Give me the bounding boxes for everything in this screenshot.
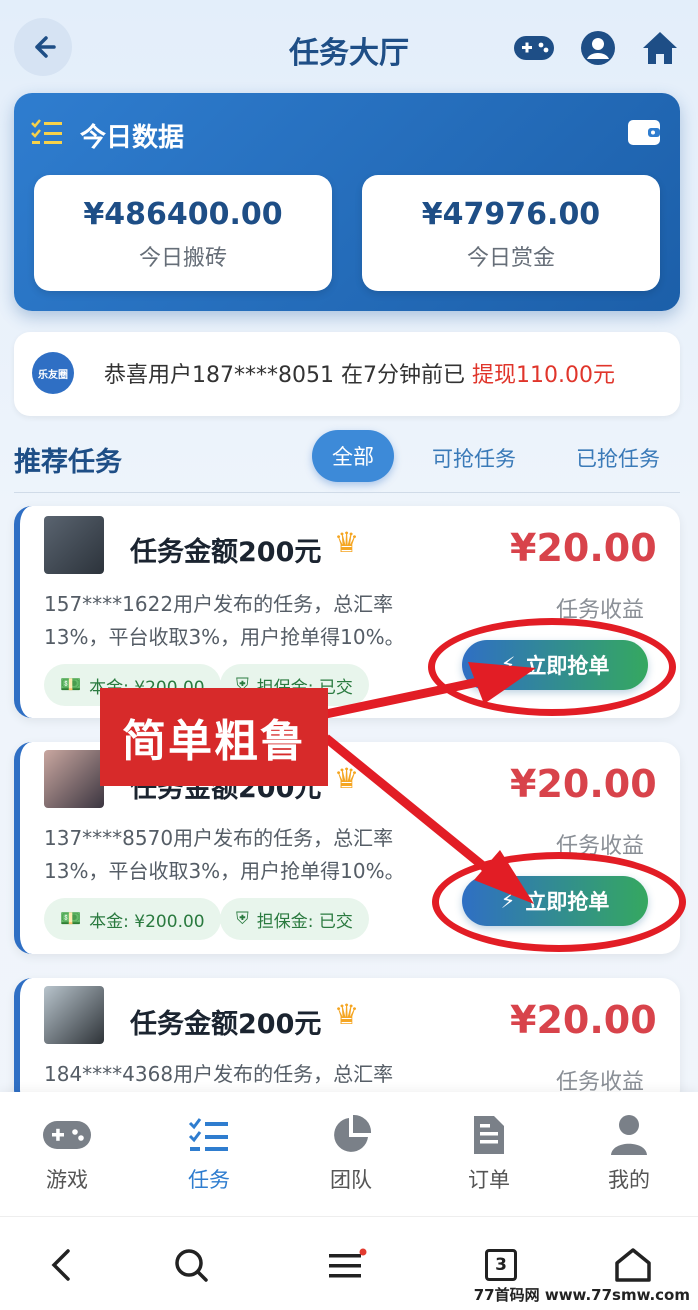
nav-label: 团队 bbox=[330, 1168, 372, 1192]
nav-label: 我的 bbox=[608, 1168, 650, 1192]
task-list-icon bbox=[154, 1112, 264, 1158]
task-desc: 184****4368用户发布的任务，总汇率 bbox=[44, 1062, 394, 1086]
task-title: 任务金额200元 bbox=[130, 1009, 322, 1040]
browser-search-icon[interactable] bbox=[166, 1240, 216, 1290]
browser-menu-icon[interactable] bbox=[322, 1240, 372, 1290]
document-icon bbox=[434, 1112, 544, 1158]
nav-label: 任务 bbox=[188, 1168, 230, 1192]
annotation-arrows bbox=[323, 662, 536, 904]
crown-icon: ♛ bbox=[334, 998, 360, 1031]
nav-item-team[interactable]: 团队 bbox=[296, 1112, 406, 1194]
browser-tabs-button[interactable]: 3 bbox=[476, 1240, 526, 1290]
nav-item-game[interactable]: 游戏 bbox=[12, 1112, 122, 1194]
nav-label: 游戏 bbox=[46, 1168, 88, 1192]
gamepad-icon bbox=[12, 1112, 122, 1158]
annotation-label: 简单粗鲁 bbox=[100, 688, 328, 786]
tab-count: 3 bbox=[485, 1249, 517, 1281]
watermark: 77首码网 www.77smw.com bbox=[473, 1286, 690, 1304]
pie-chart-icon bbox=[296, 1112, 406, 1158]
nav-item-order[interactable]: 订单 bbox=[434, 1112, 544, 1194]
browser-home-icon[interactable] bbox=[608, 1240, 658, 1290]
user-icon bbox=[574, 1112, 684, 1158]
browser-back-icon[interactable] bbox=[36, 1240, 86, 1290]
nav-item-mine[interactable]: 我的 bbox=[574, 1112, 684, 1194]
nav-item-task[interactable]: 任务 bbox=[154, 1112, 264, 1194]
nav-label: 订单 bbox=[468, 1168, 510, 1192]
task-price: ¥20.00 bbox=[510, 998, 657, 1042]
